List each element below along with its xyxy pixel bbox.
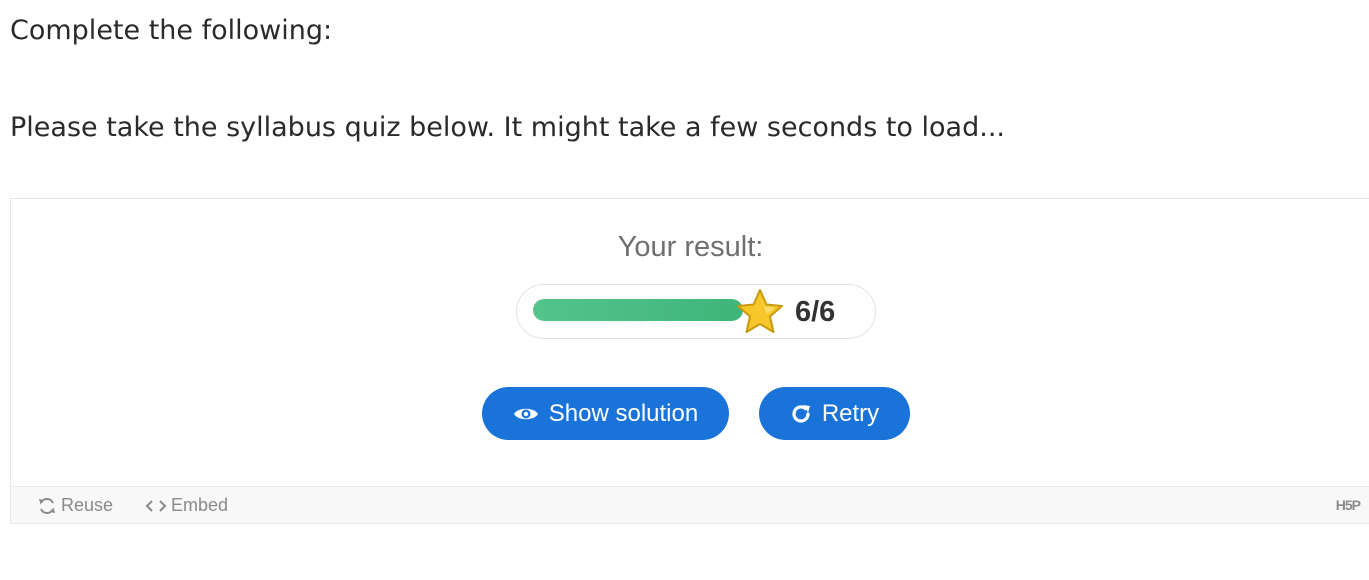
score-text: 6/6: [795, 296, 836, 328]
eye-icon: [513, 408, 538, 419]
show-solution-button[interactable]: Show solution: [482, 387, 729, 440]
reuse-icon: [39, 497, 55, 514]
embed-icon: [145, 499, 167, 512]
retry-button[interactable]: Retry: [759, 387, 910, 440]
h5p-quiz-frame: Your result: 6/6 Show solution Retry Reu…: [10, 198, 1369, 524]
intro-heading: Complete the following:: [10, 15, 333, 46]
star-icon: [737, 289, 783, 333]
score-progress-bar: [533, 299, 743, 321]
reuse-label: Reuse: [61, 495, 114, 515]
reuse-link[interactable]: Reuse: [37, 495, 113, 516]
embed-label: Embed: [171, 495, 229, 515]
retry-icon: [792, 404, 810, 423]
score-summary: 6/6: [516, 284, 876, 339]
intro-text: Please take the syllabus quiz below. It …: [10, 112, 1005, 143]
retry-label: Retry: [821, 399, 880, 427]
h5p-footer: Reuse Embed H5P: [11, 486, 1369, 523]
result-label: Your result:: [617, 231, 764, 263]
h5p-logo[interactable]: H5P: [1336, 497, 1361, 513]
show-solution-label: Show solution: [548, 399, 699, 427]
embed-link[interactable]: Embed: [145, 495, 228, 516]
score-progress-fill: [533, 299, 743, 321]
